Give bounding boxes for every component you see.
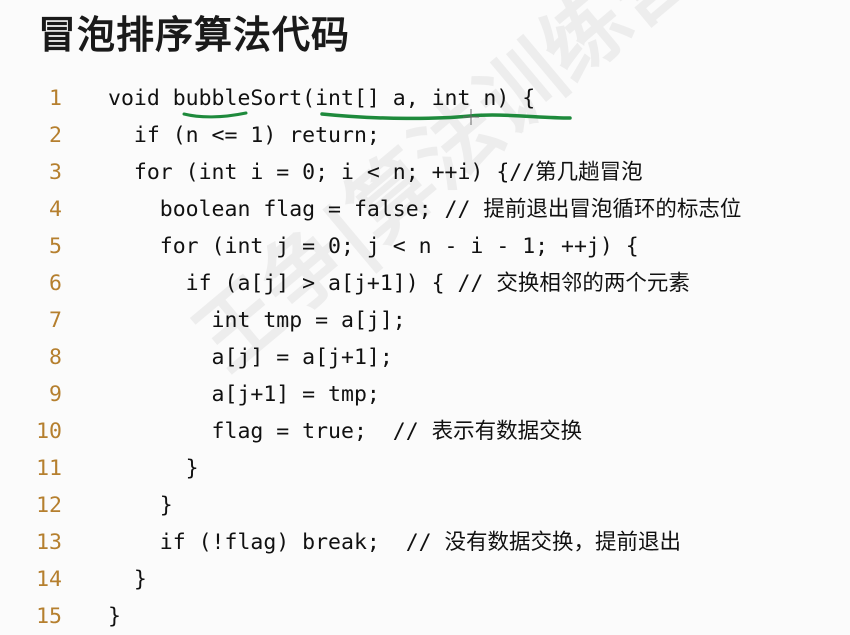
page-title: 冒泡排序算法代码: [38, 13, 351, 57]
code-text: for (int i = 0; i < n; ++i) {//第几趟冒泡: [108, 160, 643, 185]
line-number: 15: [36, 604, 62, 629]
code-line: 6 if (a[j] > a[j+1]) { // 交换相邻的两个元素: [0, 265, 850, 302]
code-text: for (int j = 0; j < n - i - 1; ++j) {: [108, 234, 639, 259]
code-line: 11 }: [0, 450, 850, 487]
line-number: 7: [49, 308, 62, 333]
code-line: 15}: [0, 598, 850, 635]
line-number: 2: [49, 123, 62, 148]
line-number: 10: [36, 419, 62, 444]
code-text: }: [108, 493, 173, 518]
code-line: 10 flag = true; // 表示有数据交换: [0, 413, 850, 450]
code-text: void bubbleSort(int[] a, int n) {: [108, 86, 536, 111]
code-line: 3 for (int i = 0; i < n; ++i) {//第几趟冒泡: [0, 154, 850, 191]
line-number: 8: [49, 345, 62, 370]
code-text: int tmp = a[j];: [108, 308, 406, 333]
code-text: if (a[j] > a[j+1]) { // 交换相邻的两个元素: [108, 271, 690, 296]
line-number: 14: [36, 567, 62, 592]
line-number: 1: [49, 86, 62, 111]
code-line: 12 }: [0, 487, 850, 524]
code-text: boolean flag = false; // 提前退出冒泡循环的标志位: [108, 197, 742, 222]
line-number: 9: [49, 382, 62, 407]
code-line: 13 if (!flag) break; // 没有数据交换，提前退出: [0, 524, 850, 561]
code-line: 5 for (int j = 0; j < n - i - 1; ++j) {: [0, 228, 850, 265]
line-number: 5: [49, 234, 62, 259]
code-line: 7 int tmp = a[j];: [0, 302, 850, 339]
code-line: 4 boolean flag = false; // 提前退出冒泡循环的标志位: [0, 191, 850, 228]
code-line: 2 if (n <= 1) return;: [0, 117, 850, 154]
line-number: 13: [36, 530, 62, 555]
code-text: flag = true; // 表示有数据交换: [108, 419, 583, 444]
line-number: 3: [49, 160, 62, 185]
code-text: if (n <= 1) return;: [108, 123, 380, 148]
line-number: 11: [36, 456, 62, 481]
code-line: 1 void bubbleSort(int[] a, int n) {: [0, 80, 850, 117]
code-line: 14 }: [0, 561, 850, 598]
line-number: 12: [36, 493, 62, 518]
code-text: }: [108, 567, 147, 592]
code-line: 9 a[j+1] = tmp;: [0, 376, 850, 413]
code-text: a[j] = a[j+1];: [108, 345, 393, 370]
code-line: 8 a[j] = a[j+1];: [0, 339, 850, 376]
code-text: }: [108, 456, 199, 481]
code-text: a[j+1] = tmp;: [108, 382, 380, 407]
code-text: if (!flag) break; // 没有数据交换，提前退出: [108, 530, 682, 555]
code-text: }: [108, 604, 121, 629]
code-block: 1 void bubbleSort(int[] a, int n) { 2 if …: [0, 80, 850, 635]
line-number: 4: [49, 197, 62, 222]
line-number: 6: [49, 271, 62, 296]
